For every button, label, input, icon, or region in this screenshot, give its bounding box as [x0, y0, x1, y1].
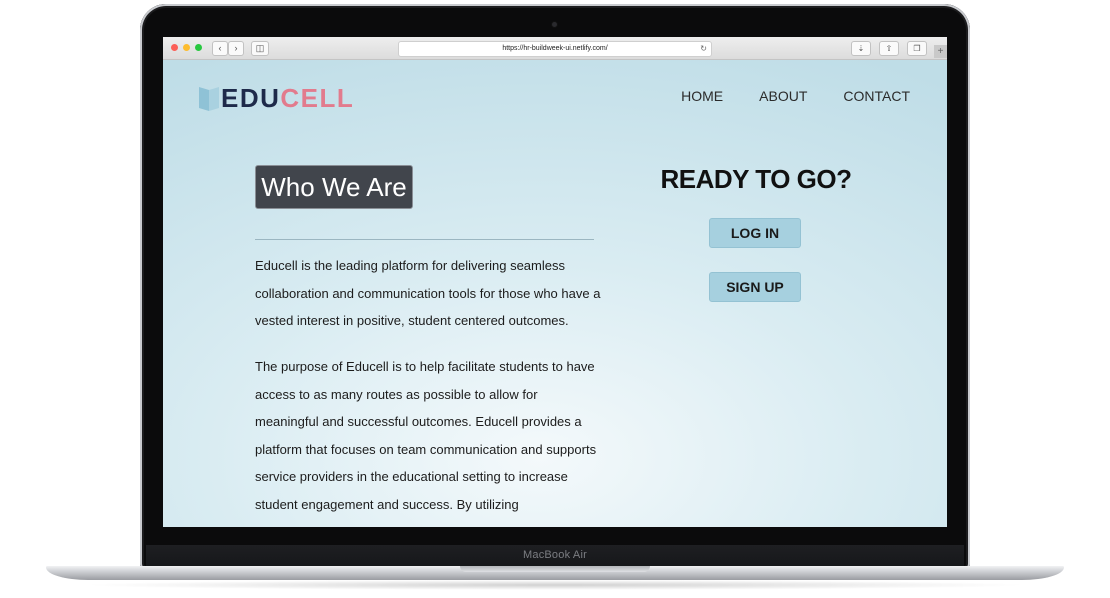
about-paragraph-1: Educell is the leading platform for deli… — [255, 258, 601, 328]
cta-heading: READY TO GO? — [660, 164, 852, 194]
plus-icon[interactable]: + — [934, 45, 947, 58]
main-nav: HOME ABOUT CONTACT — [681, 88, 910, 104]
reload-icon[interactable]: ↻ — [700, 42, 707, 56]
sidebar-icon[interactable]: ◫ — [251, 41, 269, 56]
chevron-left-icon[interactable]: ‹ — [212, 41, 228, 56]
browser-toolbar: ‹ › ◫ https://hr-buildweek-ui.netlify.co… — [163, 37, 947, 60]
signup-button[interactable]: SIGN UP — [709, 272, 801, 302]
tabs-icon[interactable]: ❐ — [907, 41, 927, 56]
book-icon — [199, 87, 219, 111]
laptop-notch — [460, 566, 650, 572]
zoom-window-button[interactable] — [195, 44, 202, 51]
login-button[interactable]: LOG IN — [709, 218, 801, 248]
section-title: Who We Are — [261, 172, 407, 202]
nav-about[interactable]: ABOUT — [759, 88, 807, 104]
logo-text: EDUCELL — [221, 83, 354, 113]
site-logo[interactable]: EDUCELL — [197, 82, 353, 113]
url-text: https://hr-buildweek-ui.netlify.com/ — [502, 45, 608, 52]
download-icon[interactable]: ⇣ — [851, 41, 871, 56]
minimize-window-button[interactable] — [183, 44, 190, 51]
address-bar[interactable]: https://hr-buildweek-ui.netlify.com/ ↻ — [398, 41, 712, 57]
share-icon[interactable]: ⇧ — [879, 41, 899, 56]
nav-contact[interactable]: CONTACT — [843, 88, 910, 104]
nav-home[interactable]: HOME — [681, 88, 723, 104]
logo-text-edu: EDU — [221, 83, 281, 113]
close-window-button[interactable] — [171, 44, 178, 51]
about-paragraph-2: The purpose of Educell is to help facili… — [255, 359, 597, 512]
laptop-shadow — [80, 580, 1030, 590]
model-label: MacBook Air — [523, 549, 587, 561]
webcam — [552, 22, 557, 27]
logo-text-cell: CELL — [280, 83, 355, 113]
section-title-box: Who We Are — [255, 165, 413, 209]
chevron-right-icon[interactable]: › — [228, 41, 244, 56]
web-page: EDUCELL HOME ABOUT CONTACT Who We Are Ed… — [163, 60, 947, 527]
screen: ‹ › ◫ https://hr-buildweek-ui.netlify.co… — [163, 37, 947, 527]
divider — [255, 239, 594, 240]
